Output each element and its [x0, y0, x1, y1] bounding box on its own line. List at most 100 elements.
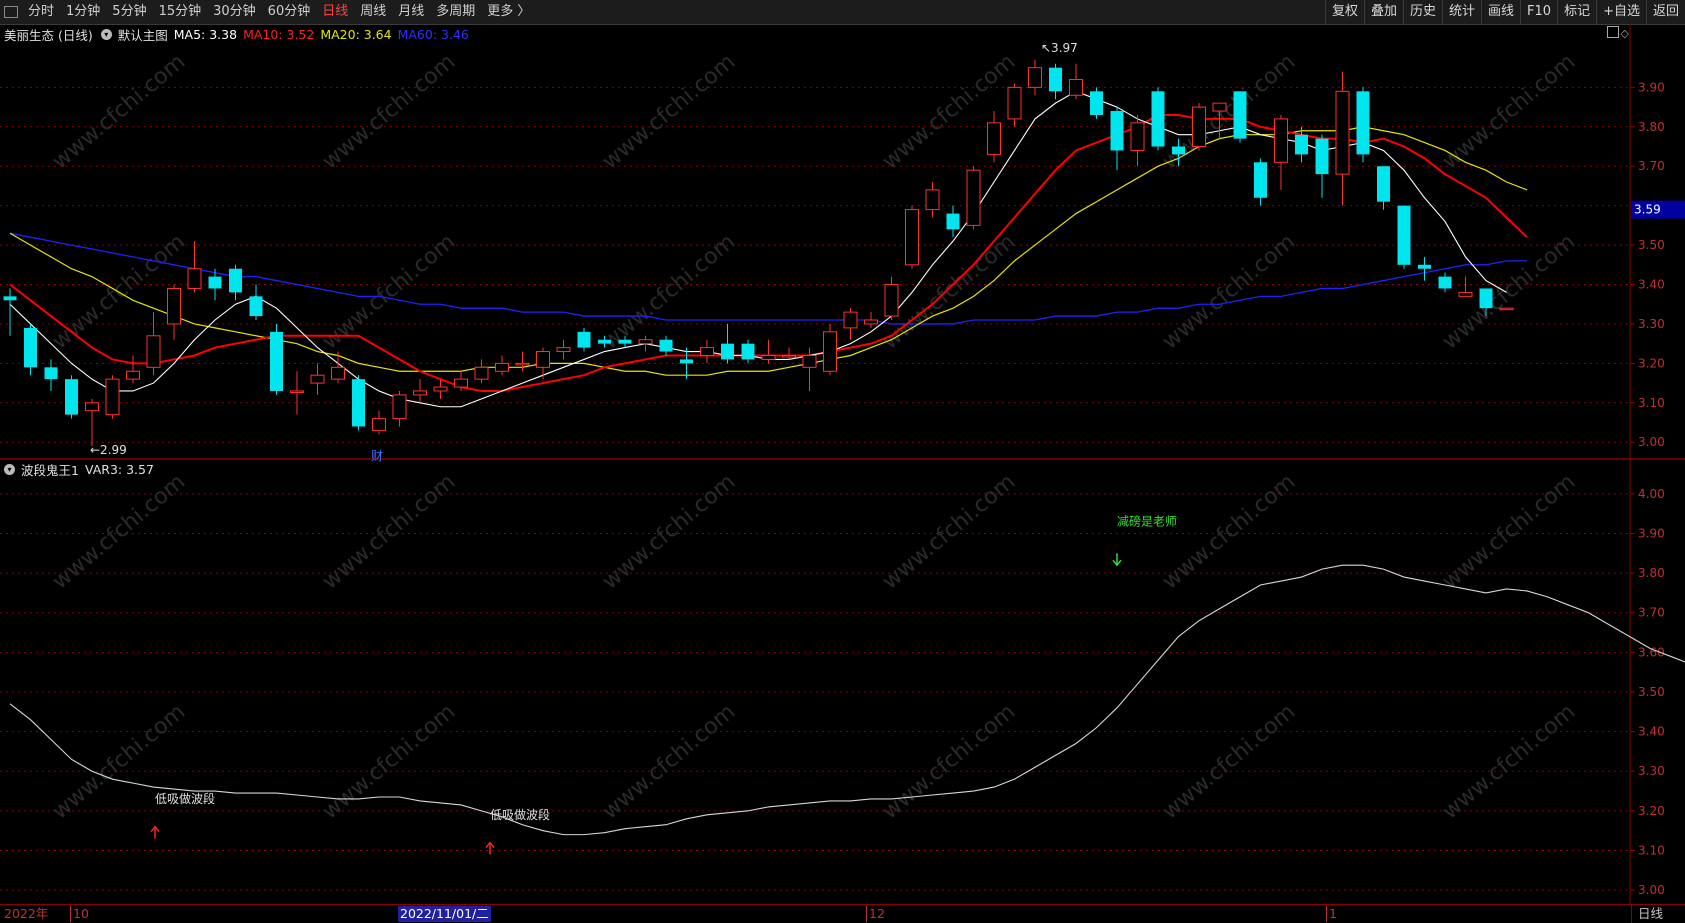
main-tick-label: 3.10 [1638, 396, 1665, 410]
watermark-text: www.cfchi.com [1438, 699, 1580, 824]
sub-tick-label: 3.40 [1638, 725, 1665, 739]
candle-body [187, 268, 202, 289]
watermark-text: www.cfchi.com [318, 49, 460, 174]
buy-signal-label-1: 低吸做波段 [155, 791, 215, 806]
main-tick-label: 3.90 [1638, 80, 1665, 94]
var3-line [9, 564, 1685, 836]
candle-body [310, 374, 325, 384]
watermark-text: www.cfchi.com [48, 469, 190, 594]
candle-body [556, 347, 571, 353]
watermark-text: www.cfchi.com [598, 49, 740, 174]
candle-body [65, 379, 78, 415]
candle-body [741, 343, 755, 360]
main-tick-label: 3.40 [1638, 278, 1665, 292]
watermark-text: www.cfchi.com [1158, 469, 1300, 594]
main-tick-label: 3.80 [1638, 120, 1665, 134]
candle-body [229, 268, 242, 293]
sub-tick-label: 3.30 [1638, 764, 1665, 778]
candle-body [925, 189, 940, 211]
candle-body [1049, 67, 1062, 92]
candle-body [1479, 288, 1493, 309]
watermark-text: www.cfchi.com [48, 49, 190, 174]
watermark-text: www.cfchi.com [318, 699, 460, 824]
candle-body [146, 335, 161, 368]
main-tick-label: 3.70 [1638, 159, 1665, 173]
candle-body [1315, 138, 1329, 175]
candle-body [474, 366, 489, 380]
candle-body [761, 354, 776, 360]
watermark-text: www.cfchi.com [878, 699, 1020, 824]
candle-body [1377, 166, 1390, 202]
candle-body [966, 169, 981, 226]
candle-body [1110, 111, 1124, 151]
current-price-value: 3.59 [1634, 203, 1661, 217]
watermark-text: www.cfchi.com [1158, 229, 1300, 354]
candle-body [638, 339, 653, 345]
candle-body [433, 386, 448, 392]
axis-month-1: 1 [1326, 906, 1337, 922]
candle-body [1233, 91, 1247, 139]
candle-body [24, 327, 37, 368]
candle-body [946, 213, 960, 230]
main-tick-label: 3.20 [1638, 356, 1665, 370]
candle-body [864, 319, 878, 325]
main-tick-label: 3.50 [1638, 238, 1665, 252]
candle-body [495, 362, 509, 372]
sub-tick-label: 4.00 [1638, 487, 1665, 501]
candle-body [1151, 91, 1165, 147]
kline-chart[interactable]: 3.003.103.203.303.403.503.603.703.803.90… [0, 0, 1685, 922]
sub-tick-label: 3.10 [1638, 843, 1665, 857]
low-price-label: ←2.99 [90, 443, 127, 457]
candle-body [1397, 205, 1411, 265]
candle-body [413, 390, 427, 396]
candle-body [208, 276, 222, 289]
watermark-text: www.cfchi.com [1438, 469, 1580, 594]
ma20-line [9, 126, 1528, 376]
cursor-date: 2022/11/01/二 [398, 906, 491, 922]
main-tick-label: 3.30 [1638, 317, 1665, 331]
candle-body [577, 331, 591, 348]
candle-body [249, 296, 263, 317]
watermark-text: www.cfchi.com [598, 699, 740, 824]
candle-body [598, 339, 611, 344]
candle-body [659, 339, 673, 352]
candle-body [843, 311, 858, 329]
candle-body [1007, 86, 1022, 120]
watermark-text: www.cfchi.com [1158, 699, 1300, 824]
candle-body [905, 209, 919, 266]
candle-body [1254, 162, 1267, 198]
candle-body [884, 284, 899, 317]
candle-body [1499, 307, 1514, 311]
candle-body [1458, 291, 1473, 297]
main-tick-label: 3.00 [1638, 435, 1665, 449]
candle-body [290, 390, 304, 393]
sub-tick-label: 3.70 [1638, 606, 1665, 620]
sub-tick-label: 3.80 [1638, 566, 1665, 580]
sub-tick-label: 3.00 [1638, 883, 1665, 897]
candle-body [1418, 264, 1431, 269]
watermark-text: www.cfchi.com [1438, 49, 1580, 174]
candle-body [536, 351, 550, 368]
axis-month-12: 12 [866, 906, 885, 922]
candle-body [105, 378, 120, 416]
candle-body [1172, 146, 1185, 155]
candle-body [618, 339, 632, 344]
candle-body [331, 366, 345, 380]
axis-month-10: 10 [70, 906, 89, 922]
candle-body [802, 354, 817, 368]
finance-marker: 财 [371, 449, 383, 463]
watermark-text: www.cfchi.com [598, 229, 740, 354]
candle-body [85, 402, 99, 412]
candle-body [372, 418, 386, 431]
candle-body [1438, 276, 1452, 289]
candle-body [1356, 91, 1370, 155]
candle-body [126, 370, 140, 380]
candle-body [680, 359, 693, 364]
watermark-text: www.cfchi.com [318, 469, 460, 594]
sub-tick-label: 3.50 [1638, 685, 1665, 699]
candle-body [1028, 67, 1042, 88]
sell-signal-label: 减磅是老师 [1117, 514, 1177, 529]
candle-body [270, 331, 283, 391]
period-label[interactable]: 日线 [1631, 905, 1685, 923]
candle-body [3, 296, 17, 301]
